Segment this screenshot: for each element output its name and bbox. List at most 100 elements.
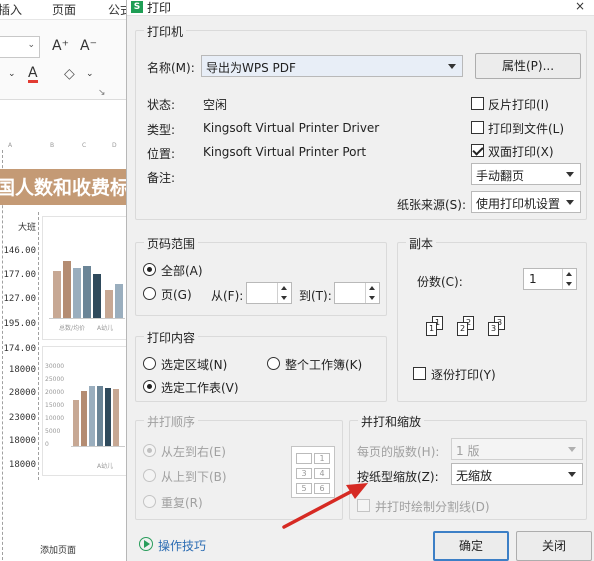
dialog-launcher-icon[interactable]: ↘ — [98, 88, 106, 98]
print-to-file-label[interactable]: 打印到文件(L) — [488, 120, 564, 137]
print-selection-radio[interactable] — [143, 357, 156, 370]
collate-label[interactable]: 逐份打印(Y) — [431, 366, 496, 383]
properties-button[interactable]: 属性(P)... — [475, 53, 581, 79]
cell-value[interactable]: 23000 — [0, 413, 36, 423]
tips-play-icon[interactable] — [139, 537, 153, 551]
chevron-down-icon — [568, 447, 576, 452]
close-button[interactable]: 关闭 — [516, 531, 592, 561]
copies-count-label: 份数(C): — [417, 275, 463, 289]
printer-name-select[interactable]: 导出为WPS PDF — [201, 55, 463, 77]
cell-value[interactable]: 146.00 — [0, 246, 36, 256]
spinner-buttons[interactable] — [365, 283, 379, 303]
shrink-font-icon[interactable]: A⁻ — [80, 38, 97, 54]
collate-checkbox[interactable] — [413, 367, 426, 380]
add-page-button[interactable]: 添加页面 — [40, 543, 76, 556]
y-tick: 30000 — [45, 363, 65, 370]
cell-value[interactable]: 18000 — [0, 436, 36, 446]
copies-count-spinner[interactable]: 1 — [523, 268, 577, 290]
from-label: 从(F): — [211, 289, 244, 303]
print-workbook-radio[interactable] — [267, 357, 280, 370]
printer-name-value: 导出为WPS PDF — [206, 61, 296, 75]
chevron-down-icon — [566, 172, 574, 177]
column-header-label: 大班 — [17, 223, 36, 233]
page-range-pages-label[interactable]: 页(G) — [161, 286, 192, 303]
tips-link[interactable]: 操作技巧 — [158, 537, 206, 554]
comment-label: 备注: — [147, 171, 176, 185]
order-cell: 3 — [296, 468, 312, 479]
chart1-legend: A幼儿 — [97, 325, 114, 332]
font-color-icon[interactable]: A — [28, 66, 38, 83]
ok-button[interactable]: 确定 — [433, 531, 509, 561]
status-label: 状态: — [147, 98, 176, 112]
top-to-bottom-label[interactable]: 从上到下(B) — [161, 468, 227, 485]
chart2-y-axis: 30000 25000 20000 15000 10000 5000 0 — [45, 363, 69, 448]
font-size-combo[interactable]: ⌄ — [0, 36, 40, 58]
scale-to-paper-select[interactable]: 无缩放 — [451, 463, 583, 485]
copies-group-title: 副本 — [406, 235, 437, 252]
cell-value[interactable]: 195.00 — [0, 319, 36, 329]
paper-source-select[interactable]: 使用打印机设置 — [471, 191, 581, 213]
print-workbook-label[interactable]: 整个工作簿(K) — [285, 356, 362, 373]
copies-count-value: 1 — [529, 272, 537, 286]
ribbon-tabs: 插入 页面 公式 — [0, 0, 132, 20]
cell-value[interactable]: 127.00 — [0, 294, 36, 304]
left-to-right-label[interactable]: 从左到右(E) — [161, 443, 226, 460]
repeat-label[interactable]: 重复(R) — [161, 494, 203, 511]
page-break-line — [2, 150, 3, 560]
y-tick: 15000 — [45, 402, 65, 409]
duplex-checkbox[interactable] — [471, 144, 484, 157]
spinner-buttons[interactable] — [277, 283, 291, 303]
pages-per-sheet-select[interactable]: 1 版 — [451, 438, 583, 460]
reverse-print-checkbox[interactable] — [471, 97, 484, 110]
bar-chart-1[interactable]: 总数/均价 A幼儿 — [42, 216, 128, 340]
cell-value[interactable]: 18000 — [0, 365, 36, 375]
print-to-file-checkbox[interactable] — [471, 121, 484, 134]
cell-value[interactable]: 28000 — [0, 388, 36, 398]
page-icon: 2 — [457, 322, 468, 336]
chart2-legend: A幼儿 — [97, 463, 114, 470]
chevron-down-icon — [448, 64, 456, 69]
cell-value[interactable]: 18000 — [0, 460, 36, 470]
y-tick: 5000 — [45, 428, 61, 435]
cell-value[interactable]: 174.00 — [0, 344, 36, 354]
spinner-buttons[interactable] — [562, 269, 576, 289]
chevron-down-icon[interactable]: ⌄ — [8, 69, 16, 79]
sheet-title: 国人数和收费标 — [0, 177, 130, 199]
page-grid-cell — [296, 453, 312, 464]
cell-value[interactable]: 177.00 — [0, 270, 36, 280]
reverse-print-label[interactable]: 反片打印(I) — [488, 96, 549, 113]
page-range-all-label[interactable]: 全部(A) — [161, 262, 203, 279]
page-range-pages-radio[interactable] — [143, 287, 156, 300]
chevron-down-icon — [566, 200, 574, 205]
duplex-mode-select[interactable]: 手动翻页 — [471, 163, 581, 185]
print-selection-label[interactable]: 选定区域(N) — [161, 356, 227, 373]
print-sheet-radio[interactable] — [143, 380, 156, 393]
ribbon-tab-insert[interactable]: 插入 — [0, 1, 22, 18]
to-page-spinner[interactable] — [334, 282, 380, 304]
repeat-radio[interactable] — [143, 495, 156, 508]
draw-divider-checkbox[interactable] — [357, 499, 370, 512]
draw-divider-label[interactable]: 并打时绘制分割线(D) — [375, 498, 490, 515]
top-to-bottom-radio[interactable] — [143, 469, 156, 482]
y-tick: 10000 — [45, 415, 65, 422]
chevron-down-icon[interactable]: ⌄ — [86, 69, 94, 79]
page-range-all-radio[interactable] — [143, 263, 156, 276]
left-to-right-radio[interactable] — [143, 444, 156, 457]
scaling-group-title: 并打和缩放 — [358, 413, 425, 430]
collate-order-preview-icon: 1 3 4 5 6 — [291, 446, 335, 498]
close-icon[interactable]: × — [575, 0, 585, 13]
bar-chart-2[interactable]: 30000 25000 20000 15000 10000 5000 0 A幼儿 — [42, 346, 128, 476]
from-page-spinner[interactable] — [246, 282, 292, 304]
y-tick: 20000 — [45, 389, 65, 396]
status-value: 空闲 — [203, 98, 228, 112]
duplex-label[interactable]: 双面打印(X) — [488, 143, 554, 160]
eraser-icon[interactable]: ◇ — [64, 66, 75, 82]
grow-font-icon[interactable]: A⁺ — [52, 38, 69, 54]
location-value: Kingsoft Virtual Printer Port — [203, 145, 367, 159]
ribbon-tab-page[interactable]: 页面 — [52, 1, 76, 18]
wps-app-icon: S — [131, 1, 143, 13]
order-cell: 6 — [314, 483, 330, 494]
print-sheet-label[interactable]: 选定工作表(V) — [161, 379, 239, 396]
y-tick: 25000 — [45, 376, 65, 383]
order-cell: 4 — [314, 468, 330, 479]
